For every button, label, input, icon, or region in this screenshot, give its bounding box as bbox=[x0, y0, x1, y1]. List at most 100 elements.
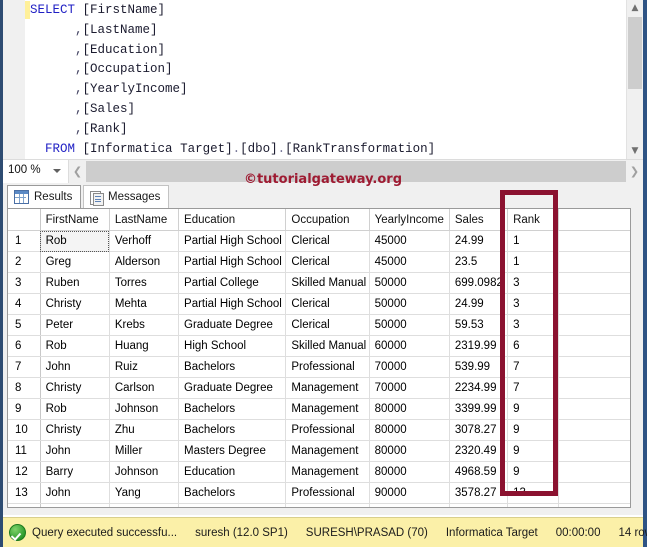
cell-sales[interactable]: 23.5 bbox=[449, 251, 509, 273]
cell-rank[interactable]: 9 bbox=[507, 398, 560, 420]
cell-yearlyincome[interactable]: 50000 bbox=[369, 293, 450, 315]
cell-rank[interactable]: 9 bbox=[507, 461, 560, 483]
cell-firstname[interactable]: Greg bbox=[40, 251, 110, 273]
tab-messages[interactable]: Messages bbox=[83, 185, 170, 208]
cell-sales[interactable]: 2234.99 bbox=[449, 377, 509, 399]
hscroll-right-arrow-icon[interactable]: ❯ bbox=[626, 160, 643, 183]
table-row[interactable]: 13 John Yang Bachelors Professional 90000 3578… bbox=[8, 482, 630, 504]
cell-firstname[interactable]: Rob bbox=[40, 335, 110, 357]
table-row[interactable]: 4 Christy Mehta Partial High School Clerical… bbox=[8, 293, 630, 315]
sql-code-text[interactable]: SELECT [FirstName] ,[LastName] ,[Educati… bbox=[30, 0, 620, 159]
cell-lastname[interactable]: Johnson bbox=[109, 461, 180, 483]
cell-occupation[interactable]: Management bbox=[285, 398, 370, 420]
cell-lastname[interactable]: Alderson bbox=[109, 251, 180, 273]
cell-rank[interactable]: 13 bbox=[507, 482, 560, 504]
cell-yearlyincome[interactable]: 80000 bbox=[369, 419, 450, 441]
cell-yearlyincome[interactable]: 60000 bbox=[369, 335, 450, 357]
table-row[interactable]: 12 Barry Johnson Education Management 80000 49… bbox=[8, 461, 630, 483]
cell-lastname[interactable]: Krebs bbox=[109, 314, 180, 336]
cell-firstname[interactable]: Gail bbox=[40, 503, 110, 507]
table-row[interactable]: 9 Rob Johnson Bachelors Management 80000 3399.… bbox=[8, 398, 630, 420]
cell-yearlyincome[interactable]: 70000 bbox=[369, 356, 450, 378]
cell-occupation[interactable]: Clerical bbox=[285, 314, 370, 336]
cell-sales[interactable]: 699.0982 bbox=[449, 272, 509, 294]
cell-lastname[interactable]: Verhoff bbox=[109, 230, 180, 252]
cell-firstname[interactable]: Peter bbox=[40, 314, 110, 336]
column-header-rank[interactable]: Rank bbox=[507, 209, 560, 231]
row-number-cell[interactable]: 7 bbox=[8, 356, 41, 378]
row-number-cell[interactable]: 14 bbox=[8, 503, 41, 507]
row-number-cell[interactable]: 6 bbox=[8, 335, 41, 357]
cell-yearlyincome[interactable]: 45000 bbox=[369, 230, 450, 252]
cell-occupation[interactable]: Management bbox=[285, 377, 370, 399]
cell-rank[interactable]: 6 bbox=[507, 335, 560, 357]
cell-rank[interactable]: 1 bbox=[507, 230, 560, 252]
row-number-cell[interactable]: 2 bbox=[8, 251, 41, 273]
table-row[interactable]: 11 John Miller Masters Degree Management 8000… bbox=[8, 440, 630, 462]
row-header-corner[interactable] bbox=[8, 209, 41, 231]
cell-occupation[interactable]: Skilled Manual bbox=[285, 335, 370, 357]
column-header-occupation[interactable]: Occupation bbox=[285, 209, 370, 231]
cell-sales[interactable]: 2319.99 bbox=[449, 335, 509, 357]
cell-lastname[interactable]: Huang bbox=[109, 335, 180, 357]
cell-yearlyincome[interactable]: 50000 bbox=[369, 272, 450, 294]
editor-scroll-thumb[interactable] bbox=[628, 17, 642, 89]
cell-rank[interactable]: 13 bbox=[507, 503, 560, 507]
cell-occupation[interactable]: Professional bbox=[285, 356, 370, 378]
cell-occupation[interactable]: Professional bbox=[285, 419, 370, 441]
cell-rank[interactable]: 9 bbox=[507, 419, 560, 441]
cell-yearlyincome[interactable]: 45000 bbox=[369, 251, 450, 273]
cell-rank[interactable]: 1 bbox=[507, 251, 560, 273]
sql-editor-pane[interactable]: SELECT [FirstName] ,[LastName] ,[Educati… bbox=[3, 0, 643, 159]
cell-firstname[interactable]: Christy bbox=[40, 293, 110, 315]
cell-yearlyincome[interactable]: 90000 bbox=[369, 482, 450, 504]
table-row[interactable]: 3 Ruben Torres Partial College Skilled Manua… bbox=[8, 272, 630, 294]
chevron-down-icon[interactable] bbox=[53, 169, 61, 173]
cell-rank[interactable]: 3 bbox=[507, 272, 560, 294]
tab-results[interactable]: Results bbox=[7, 185, 82, 208]
cell-lastname[interactable]: Ruiz bbox=[109, 356, 180, 378]
cell-sales[interactable]: 24.99 bbox=[449, 230, 509, 252]
cell-firstname[interactable]: John bbox=[40, 356, 110, 378]
cell-education[interactable]: Partial High School bbox=[178, 293, 287, 315]
cell-lastname[interactable]: Torres bbox=[109, 272, 180, 294]
column-header-firstname[interactable]: FirstName bbox=[40, 209, 110, 231]
cell-firstname[interactable]: Barry bbox=[40, 461, 110, 483]
cell-sales[interactable]: 4319.99 bbox=[449, 503, 509, 507]
row-number-cell[interactable]: 3 bbox=[8, 272, 41, 294]
editor-vertical-scrollbar[interactable]: ▲ ▼ bbox=[626, 0, 643, 159]
cell-education[interactable]: Education bbox=[178, 503, 287, 507]
row-number-cell[interactable]: 4 bbox=[8, 293, 41, 315]
cell-sales[interactable]: 24.99 bbox=[449, 293, 509, 315]
cell-firstname[interactable]: John bbox=[40, 440, 110, 462]
column-header-lastname[interactable]: LastName bbox=[109, 209, 180, 231]
cell-education[interactable]: Masters Degree bbox=[178, 440, 287, 462]
zoom-level-combobox[interactable]: 100 % bbox=[3, 160, 69, 183]
cell-occupation[interactable]: Professional bbox=[285, 482, 370, 504]
row-number-cell[interactable]: 13 bbox=[8, 482, 41, 504]
column-header-yearlyincome[interactable]: YearlyIncome bbox=[369, 209, 450, 231]
cell-firstname[interactable]: Ruben bbox=[40, 272, 110, 294]
cell-sales[interactable]: 3078.27 bbox=[449, 419, 509, 441]
hscroll-left-arrow-icon[interactable]: ❮ bbox=[69, 160, 86, 183]
row-number-cell[interactable]: 9 bbox=[8, 398, 41, 420]
row-number-cell[interactable]: 10 bbox=[8, 419, 41, 441]
cell-education[interactable]: Graduate Degree bbox=[178, 377, 287, 399]
cell-education[interactable]: Partial High School bbox=[178, 230, 287, 252]
cell-sales[interactable]: 539.99 bbox=[449, 356, 509, 378]
cell-education[interactable]: Bachelors bbox=[178, 482, 287, 504]
cell-education[interactable]: Partial College bbox=[178, 272, 287, 294]
table-row[interactable]: 2 Greg Alderson Partial High School Clerical… bbox=[8, 251, 630, 273]
row-number-cell[interactable]: 11 bbox=[8, 440, 41, 462]
row-number-cell[interactable]: 1 bbox=[8, 230, 41, 252]
cell-firstname[interactable]: Christy bbox=[40, 419, 110, 441]
cell-firstname[interactable]: Rob bbox=[40, 230, 110, 252]
scroll-up-arrow-icon[interactable]: ▲ bbox=[627, 0, 643, 16]
cell-occupation[interactable]: Management bbox=[285, 461, 370, 483]
cell-education[interactable]: Education bbox=[178, 461, 287, 483]
table-row[interactable]: 5 Peter Krebs Graduate Degree Clerical 50000 5… bbox=[8, 314, 630, 336]
cell-rank[interactable]: 7 bbox=[507, 377, 560, 399]
cell-sales[interactable]: 2320.49 bbox=[449, 440, 509, 462]
cell-education[interactable]: Bachelors bbox=[178, 356, 287, 378]
cell-occupation[interactable]: Clerical bbox=[285, 293, 370, 315]
